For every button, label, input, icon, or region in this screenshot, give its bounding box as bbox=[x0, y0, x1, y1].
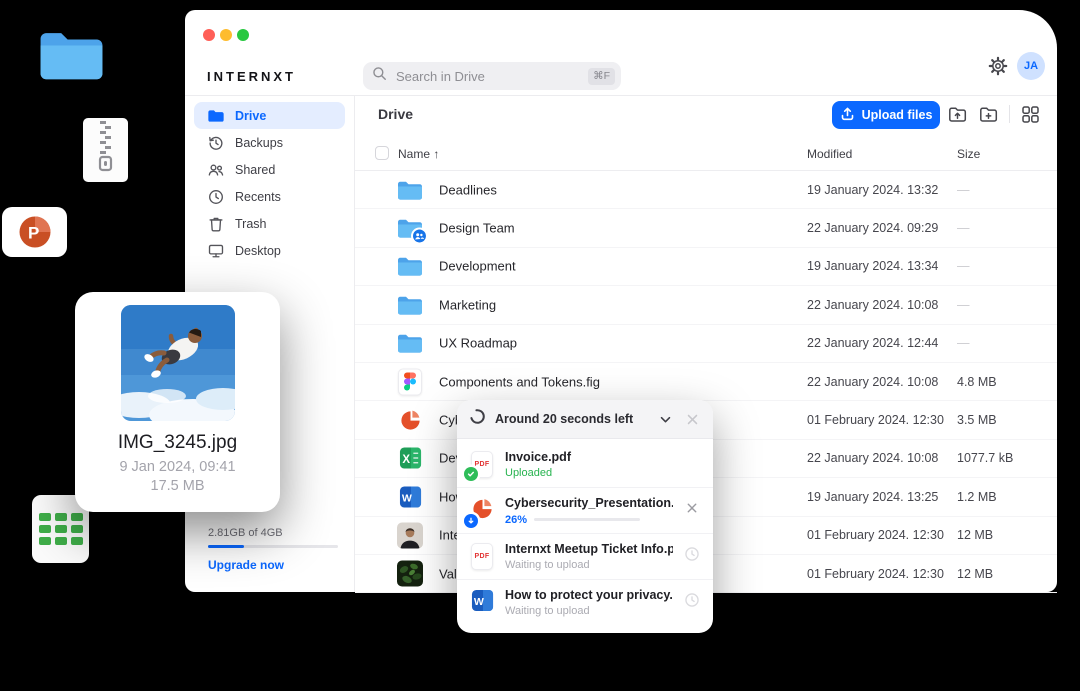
table-row[interactable]: Deadlines 19 January 2024. 13:32 — bbox=[355, 171, 1057, 209]
upload-item: PDF Internxt Meetup Ticket Info.pdf Wait… bbox=[457, 533, 713, 579]
upgrade-link[interactable]: Upgrade now bbox=[208, 558, 338, 572]
upload-files-label: Upload files bbox=[862, 108, 933, 122]
search-shortcut-badge: ⌘F bbox=[588, 68, 615, 85]
upload-status-label: Uploaded bbox=[505, 467, 673, 479]
canvas: P IMG_3 bbox=[0, 0, 1080, 691]
image-card-date: 9 Jan 2024, 09:41 bbox=[75, 459, 280, 475]
doc-icon: W bbox=[471, 589, 494, 617]
pdf-icon: PDF bbox=[471, 543, 493, 570]
search-input[interactable] bbox=[394, 68, 581, 85]
backup-icon bbox=[207, 134, 225, 152]
search-icon bbox=[372, 66, 387, 86]
table-row[interactable]: UX Roadmap 22 January 2024. 12:44 — bbox=[355, 325, 1057, 363]
table-row[interactable]: Design Team 22 January 2024. 09:29 — bbox=[355, 209, 1057, 247]
table-row[interactable]: Development 19 January 2024. 13:34 — bbox=[355, 248, 1057, 286]
storage-usage-label: 2.81GB of 4GB bbox=[208, 527, 338, 539]
ppt-icon bbox=[397, 407, 423, 434]
storage-progress-fill bbox=[208, 545, 244, 548]
upload-status-label: Waiting to upload bbox=[505, 605, 673, 617]
app-logo: INTERNXT bbox=[207, 69, 296, 84]
upload-files-icon bbox=[840, 106, 855, 124]
photo-person-icon bbox=[397, 522, 423, 549]
upload-item: Cybersecurity_Presentation.ppt 26% bbox=[457, 487, 713, 533]
chevron-down-icon[interactable] bbox=[656, 410, 674, 428]
upload-percent-label: 26% bbox=[505, 514, 527, 526]
waiting-clock-icon bbox=[684, 546, 700, 567]
folder-icon bbox=[397, 176, 423, 203]
waiting-clock-icon bbox=[684, 592, 700, 613]
folder-icon bbox=[397, 253, 423, 280]
minimize-window-button[interactable] bbox=[220, 29, 232, 41]
xls-icon: X bbox=[397, 445, 423, 472]
sort-arrow-icon: ↑ bbox=[433, 147, 439, 161]
avatar[interactable]: JA bbox=[1017, 52, 1045, 80]
grid-view-icon[interactable] bbox=[1020, 104, 1041, 125]
new-folder-icon[interactable] bbox=[978, 104, 999, 125]
floating-folder-icon bbox=[38, 27, 105, 87]
toolbar-divider bbox=[1009, 105, 1010, 123]
clock-icon bbox=[207, 188, 225, 206]
page-title: Drive bbox=[378, 106, 413, 122]
sidebar-item-drive[interactable]: Drive bbox=[194, 102, 345, 129]
table-row[interactable]: Components and Tokens.fig 22 January 202… bbox=[355, 363, 1057, 401]
uploading-arrow-badge bbox=[464, 514, 478, 528]
upload-popup-header: Around 20 seconds left bbox=[457, 400, 713, 439]
close-popup-icon[interactable] bbox=[683, 410, 701, 428]
sidebar-item-recents[interactable]: Recents bbox=[194, 183, 345, 210]
figma-icon bbox=[397, 368, 423, 395]
svg-text:X: X bbox=[402, 454, 410, 466]
size-column-header[interactable]: Size bbox=[957, 147, 980, 161]
trash-icon bbox=[207, 215, 225, 233]
upload-progress-popup: Around 20 seconds left PDF Invoice.pdf U… bbox=[457, 400, 713, 633]
folder-fill-icon bbox=[207, 107, 225, 125]
upload-folder-icon[interactable] bbox=[947, 104, 968, 125]
name-column-header[interactable]: Name ↑ bbox=[398, 147, 439, 161]
floating-image-card: IMG_3245.jpg 9 Jan 2024, 09:41 17.5 MB bbox=[75, 292, 280, 512]
folder-shared-icon bbox=[397, 215, 423, 242]
table-row[interactable]: Marketing 22 January 2024. 10:08 — bbox=[355, 286, 1057, 324]
sidebar-item-backups[interactable]: Backups bbox=[194, 129, 345, 156]
close-window-button[interactable] bbox=[203, 29, 215, 41]
svg-text:W: W bbox=[401, 492, 411, 504]
upload-files-button[interactable]: Upload files bbox=[832, 101, 940, 129]
people-icon bbox=[207, 161, 225, 179]
floating-zip-file-icon bbox=[83, 118, 128, 182]
upload-progress: 26% bbox=[505, 514, 673, 526]
search-bar[interactable]: ⌘F bbox=[363, 62, 621, 90]
sidebar-item-trash[interactable]: Trash bbox=[194, 210, 345, 237]
upload-item: PDF Invoice.pdf Uploaded bbox=[457, 441, 713, 487]
zoom-window-button[interactable] bbox=[237, 29, 249, 41]
storage-widget: 2.81GB of 4GB Upgrade now bbox=[208, 527, 338, 572]
photo-plant-icon bbox=[397, 560, 423, 587]
svg-text:W: W bbox=[473, 595, 483, 607]
folder-icon bbox=[397, 291, 423, 318]
upload-eta-label: Around 20 seconds left bbox=[495, 412, 647, 426]
window-controls bbox=[203, 29, 249, 41]
uploaded-check-badge bbox=[464, 467, 478, 481]
desktop-icon bbox=[207, 242, 225, 260]
spinner-icon bbox=[469, 408, 486, 430]
folder-icon bbox=[397, 330, 423, 357]
floating-powerpoint-icon: P bbox=[2, 207, 67, 257]
svg-text:P: P bbox=[28, 224, 39, 243]
table-header: Name ↑ Modified Size bbox=[355, 146, 1057, 162]
upload-item: W How to protect your privacy.doc Waitin… bbox=[457, 579, 713, 625]
storage-progress-track bbox=[208, 545, 338, 548]
image-card-filename: IMG_3245.jpg bbox=[75, 432, 280, 454]
doc-icon: W bbox=[397, 483, 423, 510]
image-card-size: 17.5 MB bbox=[75, 478, 280, 494]
photo-thumbnail bbox=[121, 305, 235, 421]
sidebar-item-desktop[interactable]: Desktop bbox=[194, 237, 345, 264]
settings-gear-icon[interactable] bbox=[988, 56, 1008, 76]
upload-status-label: Waiting to upload bbox=[505, 559, 673, 571]
select-all-checkbox[interactable] bbox=[375, 146, 389, 160]
sidebar-item-shared[interactable]: Shared bbox=[194, 156, 345, 183]
modified-column-header[interactable]: Modified bbox=[807, 147, 852, 161]
cancel-upload-icon[interactable] bbox=[685, 501, 699, 520]
